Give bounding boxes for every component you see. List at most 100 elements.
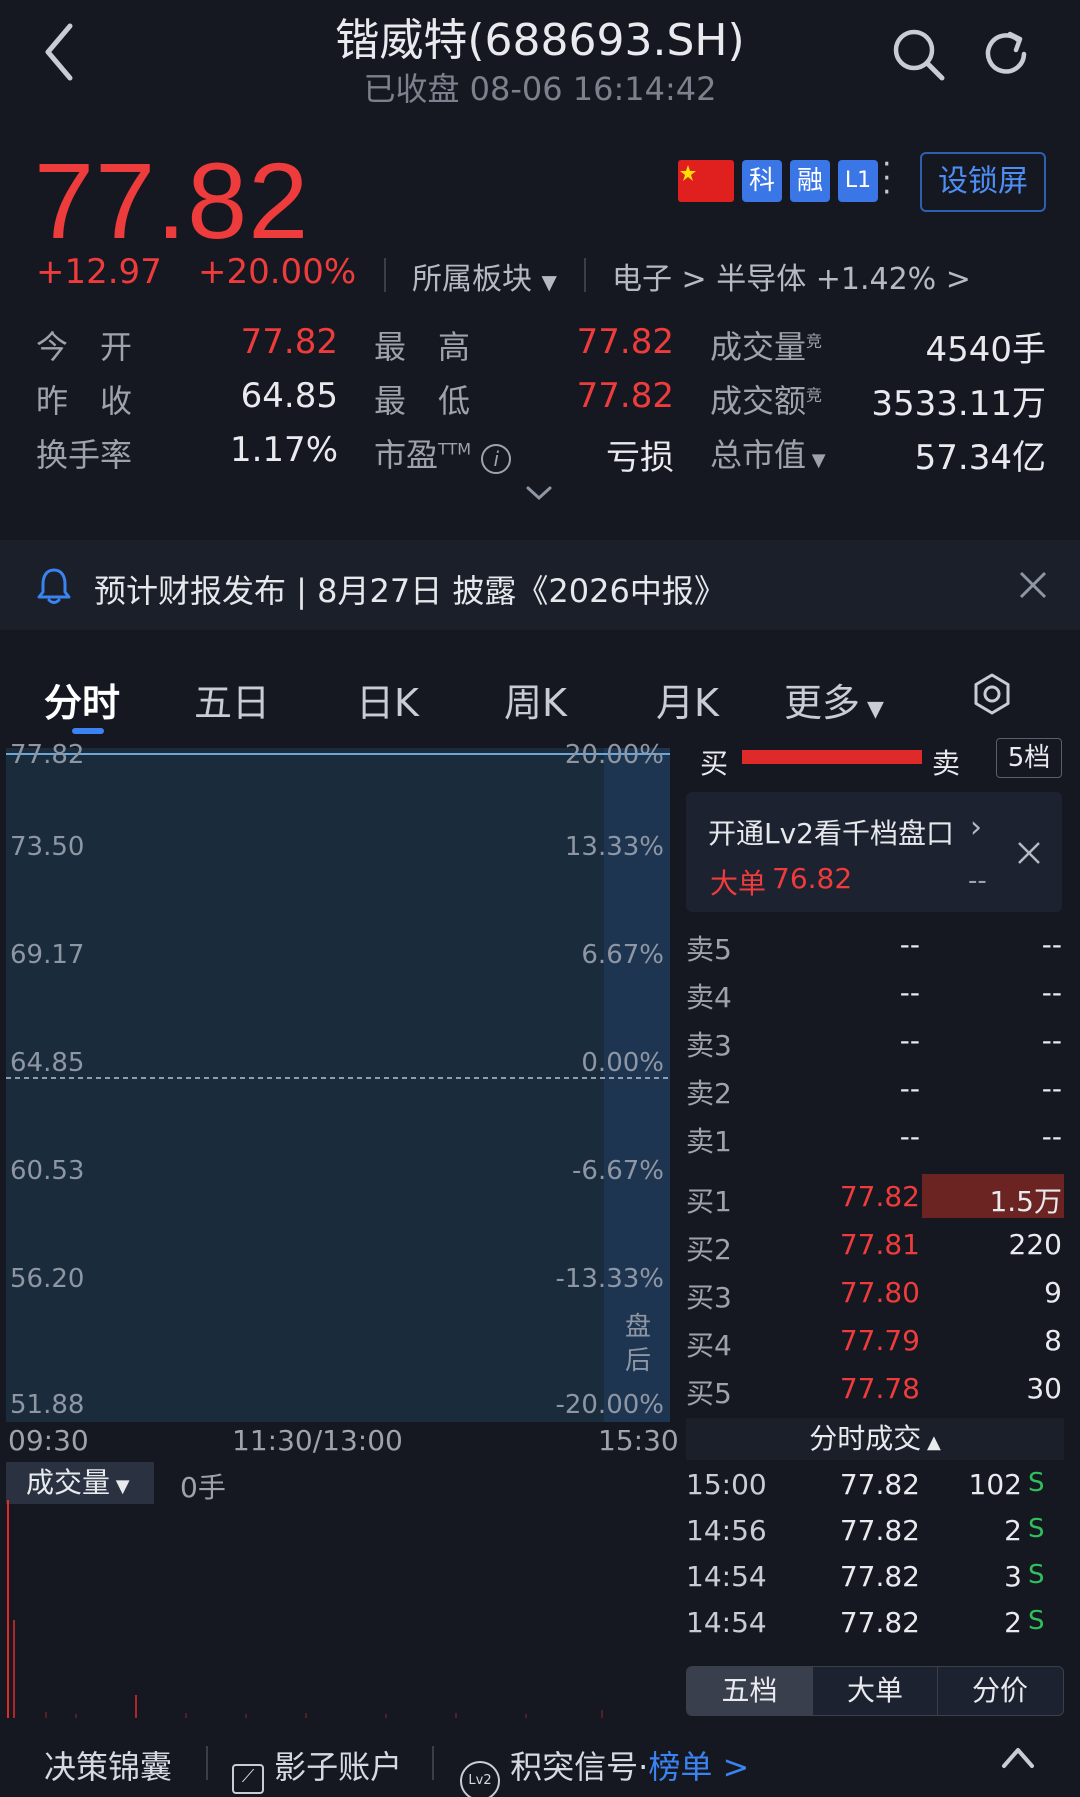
tab-five-day[interactable]: 五日 (194, 672, 270, 727)
stat-value-low: 77.82 (576, 376, 674, 416)
pct-tick: 0.00% (581, 1048, 664, 1078)
bid-label: 买1 (686, 1185, 732, 1218)
tab-intraday[interactable]: 分时 (44, 672, 120, 727)
level1-tag[interactable]: L1 (838, 160, 878, 202)
ask-price: -- (899, 1072, 920, 1105)
bid-qty: 220 (1008, 1228, 1062, 1261)
big-order-placeholder: -- (968, 866, 987, 896)
lock-screen-button[interactable]: 设锁屏 (920, 152, 1046, 212)
stat-label-low: 最 低 (374, 382, 471, 420)
bid-qty: 1.5万 (989, 1185, 1062, 1218)
trade-price: 77.82 (839, 1606, 920, 1639)
trade-price: 77.82 (839, 1514, 920, 1547)
segment-five-levels[interactable]: 五档 (687, 1667, 812, 1715)
intraday-trades-header[interactable]: 分时成交 ▲ (686, 1418, 1064, 1460)
bid-price: 77.82 (839, 1180, 920, 1213)
trade-time: 14:54 (686, 1560, 767, 1593)
stat-label-turnover-rate: 换手率 (36, 436, 133, 474)
more-tags-icon[interactable]: · · · (882, 150, 894, 208)
info-icon[interactable]: i (481, 444, 512, 474)
caret-up-icon: ▲ (921, 1432, 941, 1453)
pct-tick: -6.67% (572, 1156, 664, 1186)
trade-volume: 2 (1004, 1514, 1022, 1547)
industry-link[interactable]: 电子 > 半导体 +1.42% > (612, 254, 971, 298)
trade-volume: 3 (1004, 1560, 1022, 1593)
tab-more[interactable]: 更多 ▼ (784, 672, 884, 727)
depth-level-button[interactable]: 5档 (996, 738, 1062, 778)
stat-value-turnover-amount: 3533.11万 (871, 384, 1046, 424)
buy-sell-ratio-bar (742, 750, 922, 764)
ask-qty: -- (1041, 928, 1062, 961)
time-tick: 15:30 (598, 1424, 679, 1457)
stat-label-pe: 市盈TTM i (374, 430, 512, 476)
trade-side: S (1028, 1514, 1045, 1544)
ask-label: 卖3 (686, 1029, 732, 1062)
expand-chevron-icon[interactable] (522, 482, 556, 506)
big-order-value: 76.82 (772, 862, 853, 895)
bid-label: 买5 (686, 1377, 732, 1410)
settings-icon[interactable] (970, 672, 1014, 716)
pct-tick: -13.33% (555, 1264, 664, 1294)
stat-label-high: 最 高 (374, 328, 471, 366)
sector-dropdown[interactable]: 所属板块 ▼ (412, 254, 557, 298)
ask-qty: -- (1041, 1024, 1062, 1057)
refresh-icon[interactable] (978, 26, 1034, 82)
search-icon[interactable] (890, 26, 946, 82)
pct-tick: 20.00% (564, 740, 664, 770)
ask-label: 卖1 (686, 1125, 732, 1158)
bid-qty: 8 (1044, 1324, 1062, 1357)
stat-value-volume: 4540手 (925, 330, 1046, 370)
stat-label-turnover-amount: 成交额竞 (710, 382, 823, 420)
chevron-up-icon[interactable] (998, 1742, 1038, 1772)
stat-label-market-cap[interactable]: 总市值 ▼ (710, 430, 826, 476)
price-change: +12.97 (36, 252, 162, 292)
trade-time: 14:54 (686, 1606, 767, 1639)
close-icon[interactable] (1016, 568, 1050, 602)
chart-card-icon: ⟋ (232, 1764, 264, 1794)
sector-label: 所属板块 (412, 262, 532, 297)
time-tick: 11:30/13:00 (232, 1424, 403, 1457)
divider (384, 258, 386, 292)
tab-weekly-k[interactable]: 周K (504, 672, 567, 727)
trade-price: 77.82 (839, 1468, 920, 1501)
stat-value-market-cap: 57.34亿 (914, 438, 1046, 478)
ask-qty: -- (1041, 1072, 1062, 1105)
trade-price: 77.82 (839, 1560, 920, 1593)
segment-price-distribution[interactable]: 分价 (937, 1667, 1062, 1715)
big-order-label: 大单 (710, 867, 767, 900)
margin-tag[interactable]: 融 (790, 160, 830, 202)
tab-daily-k[interactable]: 日K (356, 672, 419, 727)
volume-indicator-dropdown[interactable]: 成交量 ▼ (6, 1462, 154, 1504)
sell-label: 卖 (932, 747, 961, 780)
notice-text: 预计财报发布 | 8月27日 披露《2026中报》 (94, 572, 726, 610)
decision-tips-button[interactable]: 决策锦囊 (44, 1742, 172, 1788)
signal-ranking-button[interactable]: Lv2 积突信号·榜单 > (460, 1742, 749, 1797)
bid-price: 77.79 (839, 1324, 920, 1357)
bid-qty: 30 (1026, 1372, 1062, 1405)
chevron-down-icon: ▼ (110, 1476, 130, 1497)
china-flag-icon (678, 160, 734, 202)
lv2-title[interactable]: 开通Lv2看千档盘口 (708, 812, 954, 852)
stat-value-prev-close: 64.85 (240, 376, 338, 416)
price-tick: 60.53 (10, 1156, 85, 1186)
close-icon[interactable] (1016, 840, 1042, 866)
pct-tick: -20.00% (555, 1390, 664, 1420)
divider (432, 1746, 434, 1780)
tab-monthly-k[interactable]: 月K (656, 672, 719, 727)
ask-price: -- (899, 1120, 920, 1153)
time-tick: 09:30 (8, 1424, 89, 1457)
ask-price: -- (899, 928, 920, 961)
price-tick: 69.17 (10, 940, 85, 970)
bid-label: 买2 (686, 1233, 732, 1266)
stat-value-high: 77.82 (576, 322, 674, 362)
ask-qty: -- (1041, 976, 1062, 1009)
segment-big-orders[interactable]: 大单 (812, 1667, 937, 1715)
star-market-tag[interactable]: 科 (742, 160, 782, 202)
ask-price: -- (899, 1024, 920, 1057)
last-price: 77.82 (34, 140, 310, 261)
price-change-percent: +20.00% (198, 252, 357, 292)
price-tick: 64.85 (10, 1048, 85, 1078)
shadow-account-button[interactable]: ⟋ 影子账户 (232, 1742, 402, 1794)
trade-time: 15:00 (686, 1468, 767, 1501)
bid-label: 买4 (686, 1329, 732, 1362)
